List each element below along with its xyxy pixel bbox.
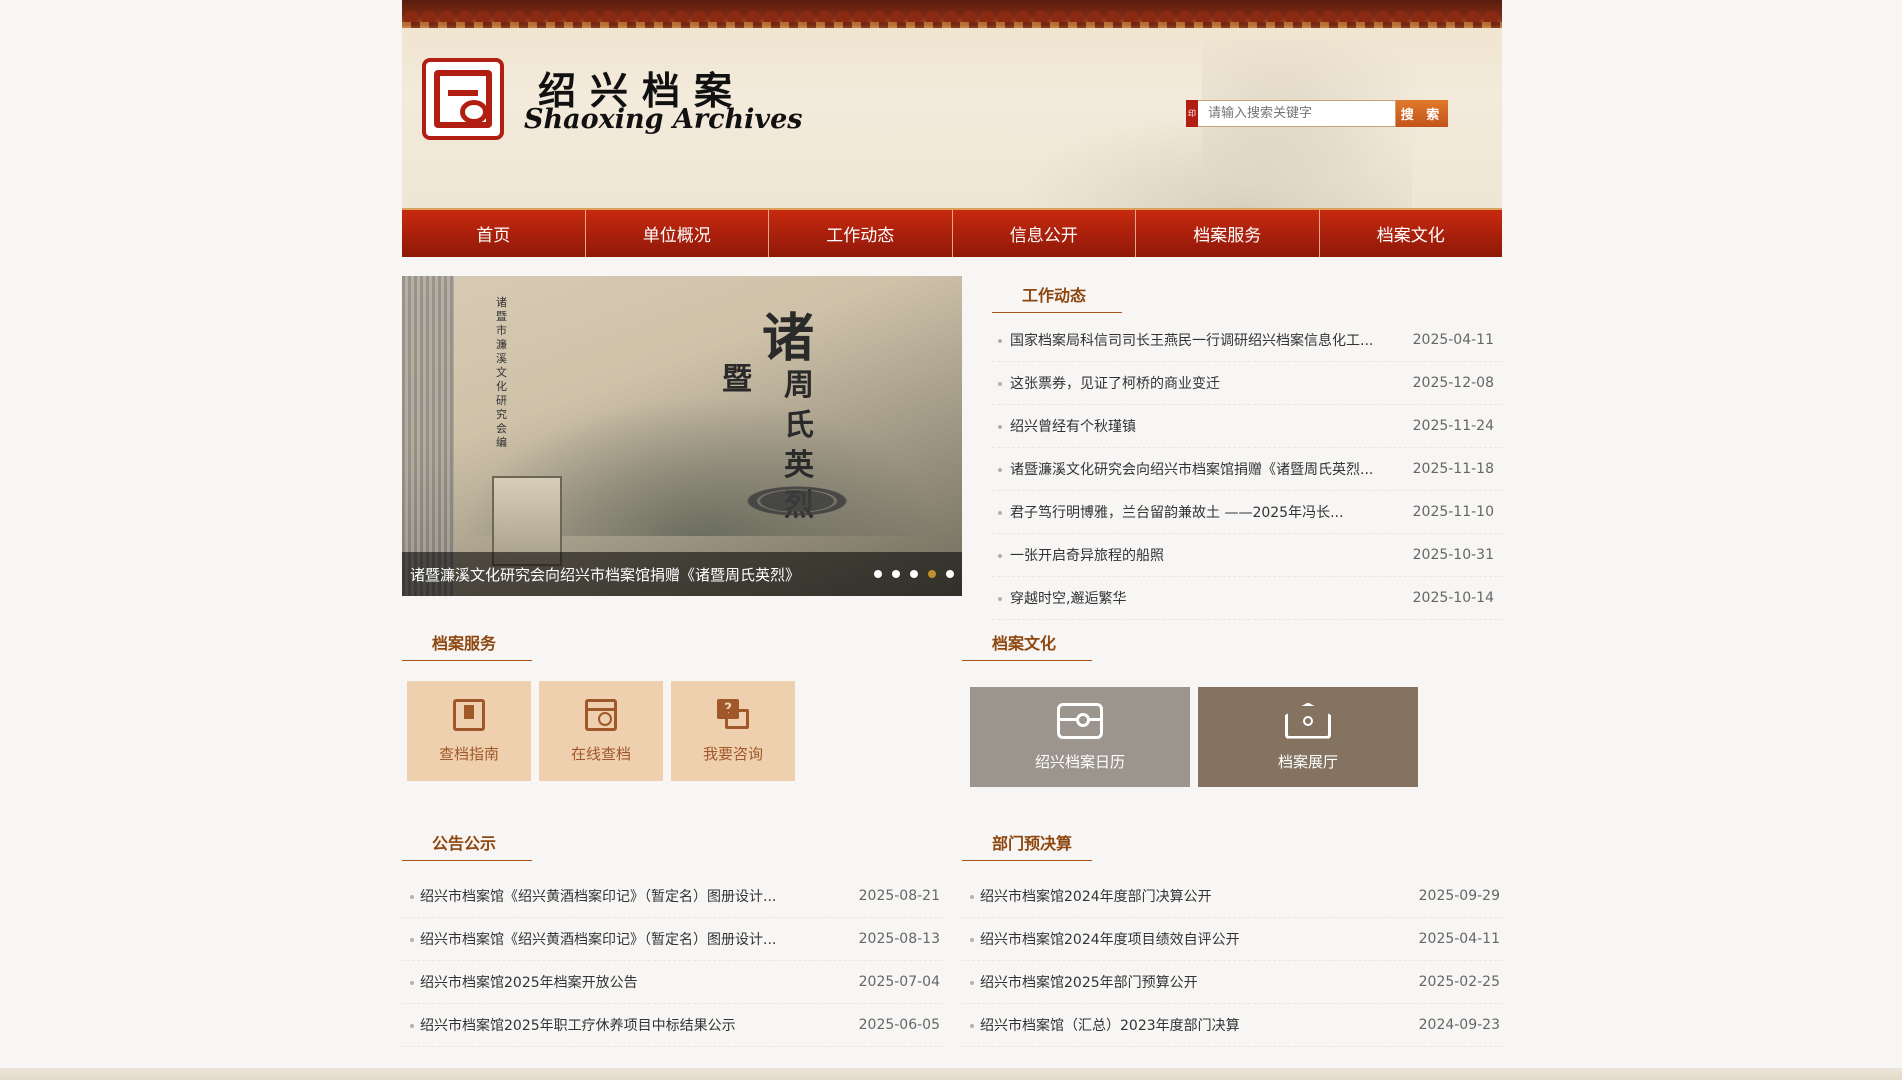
row-notice-budget: 公告公示 绍兴市档案馆《绍兴黄酒档案印记》（暂定名）图册设计... 2025-08… <box>402 830 1502 1060</box>
logo-english-text[interactable]: Shaoxing Archives <box>524 104 802 135</box>
slider-dot-4[interactable] <box>928 570 936 578</box>
work-news-list: 国家档案局科信司司长王燕民一行调研绍兴档案信息化工... 2025-04-11 这… <box>992 319 1502 620</box>
service-tiles: 查档指南 在线查档 我要咨询 <box>402 681 962 781</box>
archive-culture-panel: 档案文化 绍兴档案日历 档案展厅 <box>962 630 1502 787</box>
page-bottom-band <box>0 1068 1902 1080</box>
nav-item-about[interactable]: 单位概况 <box>586 210 769 257</box>
archive-box-icon <box>1057 702 1103 739</box>
list-item[interactable]: 绍兴曾经有个秋瑾镇 2025-11-24 <box>992 405 1502 448</box>
roof-trim <box>402 22 1502 28</box>
budget-list: 绍兴市档案馆2024年度部门决算公开 2025-09-29 绍兴市档案馆2024年… <box>962 875 1502 1047</box>
search-bar: 印 搜 索 <box>1186 100 1448 127</box>
nav-item-archive-service[interactable]: 档案服务 <box>1136 210 1320 257</box>
section-divider <box>402 660 962 661</box>
notice-panel: 公告公示 绍兴市档案馆《绍兴黄酒档案印记》（暂定名）图册设计... 2025-08… <box>402 830 942 1047</box>
slider-caption[interactable]: 诸暨濂溪文化研究会向绍兴市档案馆捐赠《诸暨周氏英烈》 <box>410 564 800 585</box>
search-input[interactable] <box>1198 100 1396 127</box>
section-divider <box>962 860 1502 861</box>
notice-title[interactable]: 公告公示 <box>402 830 526 860</box>
slider-dots <box>874 570 954 578</box>
nav-item-work-news[interactable]: 工作动态 <box>769 210 953 257</box>
section-divider <box>402 860 942 861</box>
book-icon <box>453 698 485 731</box>
tag-house-icon <box>1285 702 1331 739</box>
slider-cloud-decoration <box>712 476 882 526</box>
section-divider <box>962 660 1502 661</box>
list-item[interactable]: 绍兴市档案馆2024年度项目绩效自评公开 2025-04-11 <box>962 918 1502 961</box>
list-item[interactable]: 绍兴市档案馆《绍兴黄酒档案印记》（暂定名）图册设计... 2025-08-21 <box>402 875 942 918</box>
image-slider[interactable]: 诸暨市濂溪文化研究会编 诸 暨 周氏英烈 诸暨濂溪文化研究会向绍兴市档案馆捐赠《… <box>402 276 962 596</box>
slider-dot-5[interactable] <box>946 570 954 578</box>
archive-culture-title[interactable]: 档案文化 <box>962 630 1086 660</box>
list-item[interactable]: 国家档案局科信司司长王燕民一行调研绍兴档案信息化工... 2025-04-11 <box>992 319 1502 362</box>
budget-panel: 部门预决算 绍兴市档案馆2024年度部门决算公开 2025-09-29 绍兴市档案… <box>962 830 1502 1047</box>
nav-item-info-disclosure[interactable]: 信息公开 <box>953 210 1136 257</box>
list-item[interactable]: 绍兴市档案馆2024年度部门决算公开 2025-09-29 <box>962 875 1502 918</box>
nav-item-archive-culture[interactable]: 档案文化 <box>1320 210 1503 257</box>
list-item[interactable]: 穿越时空,邂逅繁华 2025-10-14 <box>992 577 1502 620</box>
nav-item-home[interactable]: 首页 <box>402 210 586 257</box>
list-item[interactable]: 一张开启奇异旅程的船照 2025-10-31 <box>992 534 1502 577</box>
service-tile-guide[interactable]: 查档指南 <box>407 681 531 781</box>
notice-list: 绍兴市档案馆《绍兴黄酒档案印记》（暂定名）图册设计... 2025-08-21 绍… <box>402 875 942 1047</box>
site-header: 绍兴档案 Shaoxing Archives 印 搜 索 <box>402 0 1502 208</box>
row-service-culture: 档案服务 查档指南 在线查档 我要咨询 档案文化 <box>402 630 1502 790</box>
section-divider <box>992 312 1502 313</box>
service-tile-online-search[interactable]: 在线查档 <box>539 681 663 781</box>
culture-tiles: 绍兴档案日历 档案展厅 <box>962 687 1502 787</box>
search-seal-icon: 印 <box>1186 100 1198 127</box>
list-item[interactable]: 绍兴市档案馆2025年职工疗休养项目中标结果公示 2025-06-05 <box>402 1004 942 1047</box>
list-item[interactable]: 绍兴市档案馆2025年档案开放公告 2025-07-04 <box>402 961 942 1004</box>
slider-dot-1[interactable] <box>874 570 882 578</box>
list-item[interactable]: 绍兴市档案馆2025年部门预算公开 2025-02-25 <box>962 961 1502 1004</box>
slider-dot-2[interactable] <box>892 570 900 578</box>
list-item[interactable]: 这张票券，见证了柯桥的商业变迁 2025-12-08 <box>992 362 1502 405</box>
slider-side-text: 诸暨市濂溪文化研究会编 <box>496 296 507 449</box>
work-news-panel: 工作动态 国家档案局科信司司长王燕民一行调研绍兴档案信息化工... 2025-04… <box>992 282 1502 620</box>
slider-dot-3[interactable] <box>910 570 918 578</box>
chat-question-icon <box>717 698 749 731</box>
service-tile-consult[interactable]: 我要咨询 <box>671 681 795 781</box>
list-item[interactable]: 诸暨濂溪文化研究会向绍兴市档案馆捐赠《诸暨周氏英烈... 2025-11-18 <box>992 448 1502 491</box>
slider-caption-bar: 诸暨濂溪文化研究会向绍兴市档案馆捐赠《诸暨周氏英烈》 <box>402 552 962 596</box>
search-button[interactable]: 搜 索 <box>1396 100 1448 127</box>
list-item[interactable]: 绍兴市档案馆（汇总）2023年度部门决算 2024-09-23 <box>962 1004 1502 1047</box>
main-nav: 首页 单位概况 工作动态 信息公开 档案服务 档案文化 <box>402 208 1502 257</box>
budget-title[interactable]: 部门预决算 <box>962 830 1102 860</box>
calendar-search-icon <box>585 698 617 731</box>
logo-seal-icon[interactable] <box>422 58 504 140</box>
culture-tile-calendar[interactable]: 绍兴档案日历 <box>970 687 1190 787</box>
list-item[interactable]: 君子笃行明博雅，兰台留韵兼故土 ——2025年冯长... 2025-11-10 <box>992 491 1502 534</box>
archive-service-title[interactable]: 档案服务 <box>402 630 526 660</box>
work-news-title[interactable]: 工作动态 <box>992 282 1116 312</box>
list-item[interactable]: 绍兴市档案馆《绍兴黄酒档案印记》（暂定名）图册设计... 2025-08-13 <box>402 918 942 961</box>
row-slider-news: 诸暨市濂溪文化研究会编 诸 暨 周氏英烈 诸暨濂溪文化研究会向绍兴市档案馆捐赠《… <box>402 276 1502 620</box>
culture-tile-exhibition[interactable]: 档案展厅 <box>1198 687 1418 787</box>
archive-service-panel: 档案服务 查档指南 在线查档 我要咨询 <box>402 630 962 781</box>
page-container: 绍兴档案 Shaoxing Archives 印 搜 索 首页 单位概况 工作动… <box>402 0 1502 1047</box>
